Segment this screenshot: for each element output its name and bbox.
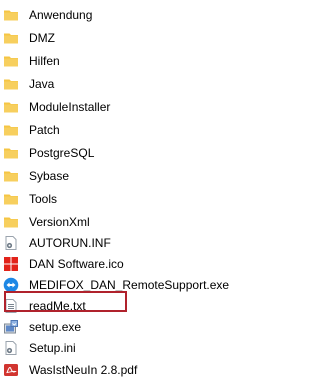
folder-icon — [3, 145, 19, 161]
item-label: Java — [29, 77, 55, 91]
list-item-folder-anwendung[interactable]: Anwendung — [3, 5, 92, 25]
item-label: Sybase — [29, 169, 70, 183]
folder-icon — [3, 30, 19, 46]
settings-file-icon — [3, 235, 19, 251]
item-label: MEDIFOX_DAN_RemoteSupport.exe — [29, 278, 230, 292]
item-label: Patch — [29, 123, 60, 137]
list-item-folder-hilfen[interactable]: Hilfen — [3, 51, 60, 71]
text-file-icon — [3, 298, 19, 314]
item-label: VersionXml — [29, 215, 90, 229]
list-item-folder-tools[interactable]: Tools — [3, 189, 57, 209]
item-label: DAN Software.ico — [29, 257, 124, 271]
list-item-file-dan-software-ico[interactable]: DAN Software.ico — [3, 254, 124, 274]
item-label: setup.exe — [29, 320, 82, 334]
item-label: Anwendung — [29, 8, 93, 22]
item-label: WasIstNeuIn 2.8.pdf — [29, 363, 138, 377]
list-item-file-setup-exe[interactable]: setup.exe — [3, 317, 81, 337]
item-label: PostgreSQL — [29, 146, 95, 160]
item-label: DMZ — [29, 31, 55, 45]
remote-support-icon — [3, 277, 19, 293]
ico-file-icon — [3, 256, 19, 272]
folder-icon — [3, 122, 19, 138]
list-item-folder-sybase[interactable]: Sybase — [3, 166, 69, 186]
folder-icon — [3, 168, 19, 184]
pdf-file-icon — [3, 362, 19, 378]
installer-icon — [3, 319, 19, 335]
folder-icon — [3, 7, 19, 23]
item-label: AUTORUN.INF — [29, 236, 111, 250]
folder-icon — [3, 53, 19, 69]
item-label: Hilfen — [29, 54, 60, 68]
list-item-folder-java[interactable]: Java — [3, 74, 54, 94]
folder-icon — [3, 99, 19, 115]
list-item-file-remote-support-exe[interactable]: MEDIFOX_DAN_RemoteSupport.exe — [3, 275, 229, 295]
folder-icon — [3, 214, 19, 230]
folder-icon — [3, 191, 19, 207]
settings-file-icon — [3, 340, 19, 356]
list-item-folder-postgresql[interactable]: PostgreSQL — [3, 143, 94, 163]
list-item-folder-versionxml[interactable]: VersionXml — [3, 212, 90, 232]
list-item-file-wasistneuin-pdf[interactable]: WasIstNeuIn 2.8.pdf — [3, 360, 137, 380]
list-item-file-readme-txt[interactable]: readMe.txt — [3, 296, 86, 316]
item-label: ModuleInstaller — [29, 100, 111, 114]
item-label: readMe.txt — [29, 299, 86, 313]
list-item-file-setup-ini[interactable]: Setup.ini — [3, 338, 76, 358]
list-item-folder-patch[interactable]: Patch — [3, 120, 60, 140]
list-item-folder-dmz[interactable]: DMZ — [3, 28, 55, 48]
list-item-file-autorun-inf[interactable]: AUTORUN.INF — [3, 233, 111, 253]
item-label: Tools — [29, 192, 58, 206]
list-item-folder-moduleinstaller[interactable]: ModuleInstaller — [3, 97, 110, 117]
folder-icon — [3, 76, 19, 92]
item-label: Setup.ini — [29, 341, 76, 355]
